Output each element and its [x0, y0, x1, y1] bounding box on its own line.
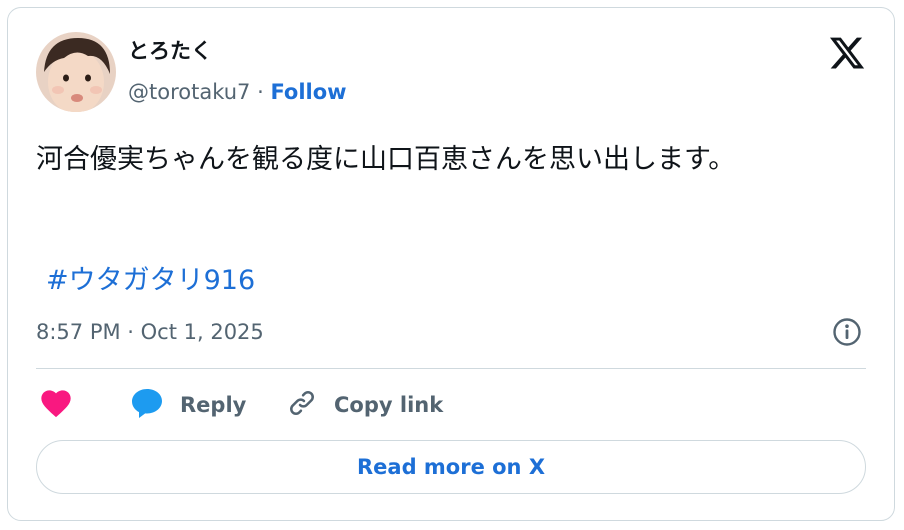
author-handle-row: @torotaku7 · Follow	[128, 78, 347, 106]
heart-icon	[40, 388, 72, 422]
reply-bubble-icon	[130, 387, 164, 423]
divider	[36, 368, 866, 369]
reply-button[interactable]: Reply	[130, 388, 246, 422]
avatar[interactable]	[36, 32, 116, 112]
x-logo-icon[interactable]	[828, 34, 866, 72]
follow-link[interactable]: Follow	[270, 80, 346, 104]
handle-separator: ·	[257, 80, 271, 104]
hashtag-link[interactable]: #ウタガタリ916	[46, 263, 255, 299]
embedded-post-card: とろたく @torotaku7 · Follow 河合優実ちゃんを観る度に山口百…	[7, 7, 895, 521]
copy-link-label: Copy link	[334, 393, 444, 417]
like-button[interactable]	[40, 388, 72, 422]
copy-link-button[interactable]: Copy link	[286, 388, 443, 422]
author-handle[interactable]: @torotaku7	[128, 80, 250, 104]
post-timestamp[interactable]: 8:57 PM · Oct 1, 2025	[36, 318, 264, 346]
post-text: 河合優実ちゃんを観る度に山口百恵さんを思い出します。	[36, 144, 736, 175]
read-more-button[interactable]: Read more on X	[36, 440, 866, 494]
link-icon	[286, 387, 318, 423]
avatar-photo-icon	[36, 32, 116, 112]
author-display-name[interactable]: とろたく	[128, 38, 212, 64]
reply-label: Reply	[180, 393, 247, 417]
info-icon[interactable]	[832, 317, 862, 347]
